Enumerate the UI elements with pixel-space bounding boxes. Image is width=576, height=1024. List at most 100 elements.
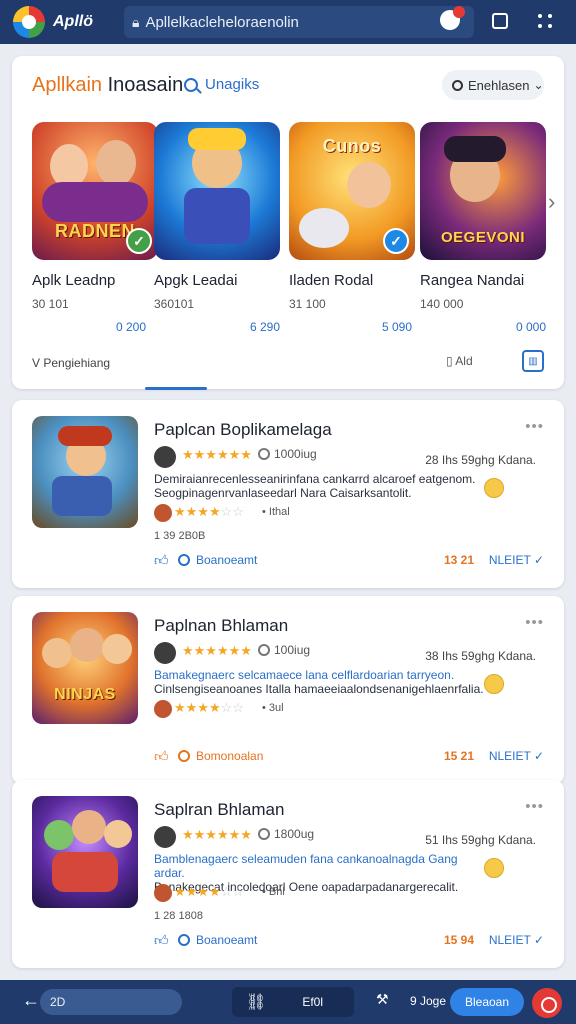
- game-meta: 31 100: [289, 297, 326, 311]
- more-options-icon[interactable]: •••: [525, 614, 544, 631]
- review-card[interactable]: NINJAS Paplnan Bhlaman ••• ★★★★★★ 100iug…: [12, 596, 564, 784]
- review-app-image: [32, 796, 138, 908]
- more-link[interactable]: NLEIET ✓: [489, 749, 544, 763]
- review-text: Demiraianrecenlesseanirinfana cankarrd a…: [154, 472, 476, 500]
- helpful-count: 13 21: [443, 553, 474, 567]
- featured-title: Apllkain Inoasain: [32, 74, 184, 96]
- bottom-input[interactable]: 2D: [40, 989, 182, 1015]
- avatar: [154, 884, 172, 902]
- rating-stars: ★★★★★★: [182, 643, 252, 658]
- more-options-icon[interactable]: •••: [525, 798, 544, 815]
- game-meta: 30 101: [32, 297, 69, 311]
- game-meta: 140 000: [420, 297, 464, 311]
- review-app-image: NINJAS: [32, 612, 138, 724]
- more-menu-icon[interactable]: [538, 12, 552, 30]
- game-price: 5 090: [382, 320, 413, 334]
- thumbs-up-icon[interactable]: 👍︎: [154, 552, 169, 569]
- rating-count: 1000iug: [258, 447, 317, 461]
- game-art-image: RADNEN ✓: [32, 122, 158, 260]
- user-rating-label: • Bhl: [262, 886, 285, 898]
- url-text: Apllelkacleheloraenolin: [145, 13, 299, 31]
- review-card[interactable]: Paplcan Boplikamelaga ••• ★★★★★★ 1000iug…: [12, 400, 564, 588]
- review-title: Paplnan Bhlaman: [154, 616, 289, 635]
- user-rating-label: • Ithal: [262, 506, 290, 518]
- review-date: 28 Ihs 59ghg Kdana.: [425, 453, 536, 467]
- rating-count: 100iug: [258, 643, 310, 657]
- game-price: 6 290: [250, 320, 281, 334]
- user-rating-stars: ★★★★☆☆: [174, 504, 244, 519]
- clock-icon: [258, 448, 270, 460]
- game-tile[interactable]: Apgk Leadai 360101: [154, 122, 280, 311]
- review-text: Bamakegnaerc selcamaece lana celflardoar…: [154, 668, 484, 696]
- featured-footer-text: V Pengiehiang: [32, 356, 111, 370]
- active-tab-indicator: [145, 387, 207, 390]
- top-bar: Apllö 🔒︎ Apllelkacleheloraenolin: [0, 0, 576, 44]
- bookmark-icon[interactable]: ▯ Ald: [446, 354, 473, 368]
- more-options-icon[interactable]: •••: [525, 418, 544, 435]
- thumbs-up-icon[interactable]: 👍︎: [154, 932, 169, 949]
- emoji-icon: [484, 478, 504, 498]
- clock-icon: [258, 828, 270, 840]
- game-name: Iladen Rodal: [289, 272, 374, 289]
- more-link[interactable]: NLEIET ✓: [489, 933, 544, 947]
- back-arrow-icon[interactable]: ←: [22, 990, 40, 1011]
- more-link[interactable]: NLEIET ✓: [489, 553, 544, 567]
- bottom-bar: ← 2D ⛓︎ Ef0l ⚒︎ 9 Joge Bleaoan: [0, 980, 576, 1024]
- game-meta: 360101: [154, 297, 195, 311]
- page-count: 9 Joge: [410, 994, 447, 1008]
- game-price: 0 200: [116, 320, 147, 334]
- game-name: Aplk Leadnp: [32, 272, 116, 289]
- avatar: [154, 700, 172, 718]
- app-logo-icon[interactable]: [13, 6, 45, 38]
- review-card[interactable]: Saplran Bhlaman ••• ★★★★★★ 1800ug 51 Ihs…: [12, 780, 564, 968]
- grid-icon[interactable]: ▥: [522, 350, 544, 372]
- review-date: 51 Ihs 59ghg Kdana.: [425, 833, 536, 847]
- featured-apps-card: Apllkain Inoasain Unagiks Enehlasen ⌄ RA…: [12, 56, 564, 390]
- rating-stars: ★★★★★★: [182, 447, 252, 462]
- vote-count: 1 28 1808: [154, 910, 203, 922]
- emoji-icon: [484, 674, 504, 694]
- game-art-image: [154, 122, 280, 260]
- comment-icon: [178, 750, 190, 762]
- reply-button[interactable]: Boanoeamt: [178, 933, 257, 947]
- comment-icon: [178, 554, 190, 566]
- link-icon: ⛓︎: [246, 994, 267, 1011]
- primary-action-button[interactable]: Bleaoan: [450, 988, 524, 1016]
- avatar: [154, 446, 176, 468]
- emoji-icon: [484, 858, 504, 878]
- record-icon[interactable]: [532, 988, 562, 1018]
- game-name: Rangea Nandai: [420, 272, 525, 289]
- extension-icon[interactable]: [440, 6, 465, 30]
- comment-icon: [178, 934, 190, 946]
- reply-button[interactable]: Boanoeamt: [178, 553, 257, 567]
- game-tile[interactable]: OEGEVONI Rangea Nandai 140 000: [420, 122, 546, 311]
- game-art-image: Cunos ✓: [289, 122, 415, 260]
- sort-dropdown[interactable]: Enehlasen ⌄: [442, 70, 544, 100]
- featured-search-link[interactable]: Unagiks: [184, 76, 259, 93]
- tabs-icon[interactable]: [492, 13, 508, 29]
- game-tile[interactable]: Cunos ✓ Iladen Rodal 31 100: [289, 122, 415, 311]
- chevron-down-icon: ⌄: [533, 78, 544, 92]
- thumbs-up-icon[interactable]: 👍︎: [154, 748, 169, 765]
- helpful-count: 15 21: [443, 749, 474, 763]
- user-rating-label: • 3ul: [262, 702, 284, 714]
- user-rating-stars: ★★★★☆☆: [174, 884, 244, 899]
- game-tile[interactable]: RADNEN ✓ Aplk Leadnp 30 101: [32, 122, 158, 311]
- app-title: Apllö: [53, 13, 93, 30]
- helpful-count: 15 94: [443, 933, 474, 947]
- url-bar[interactable]: 🔒︎ Apllelkacleheloraenolin: [124, 6, 474, 38]
- tools-icon[interactable]: ⚒︎: [376, 991, 389, 1008]
- reply-button[interactable]: Bomonoalan: [178, 749, 263, 763]
- avatar: [154, 826, 176, 848]
- game-name: Apgk Leadai: [154, 272, 238, 289]
- avatar: [154, 504, 172, 522]
- review-app-image: [32, 416, 138, 528]
- user-rating-stars: ★★★★☆☆: [174, 700, 244, 715]
- notification-dot: [453, 6, 465, 18]
- rating-count: 1800ug: [258, 827, 314, 841]
- lock-icon: 🔒︎: [132, 13, 140, 30]
- link-button[interactable]: ⛓︎ Ef0l: [232, 987, 354, 1017]
- green-check-icon: ✓: [126, 228, 152, 254]
- game-art-image: OEGEVONI: [420, 122, 546, 260]
- chevron-right-icon[interactable]: ›: [548, 189, 555, 215]
